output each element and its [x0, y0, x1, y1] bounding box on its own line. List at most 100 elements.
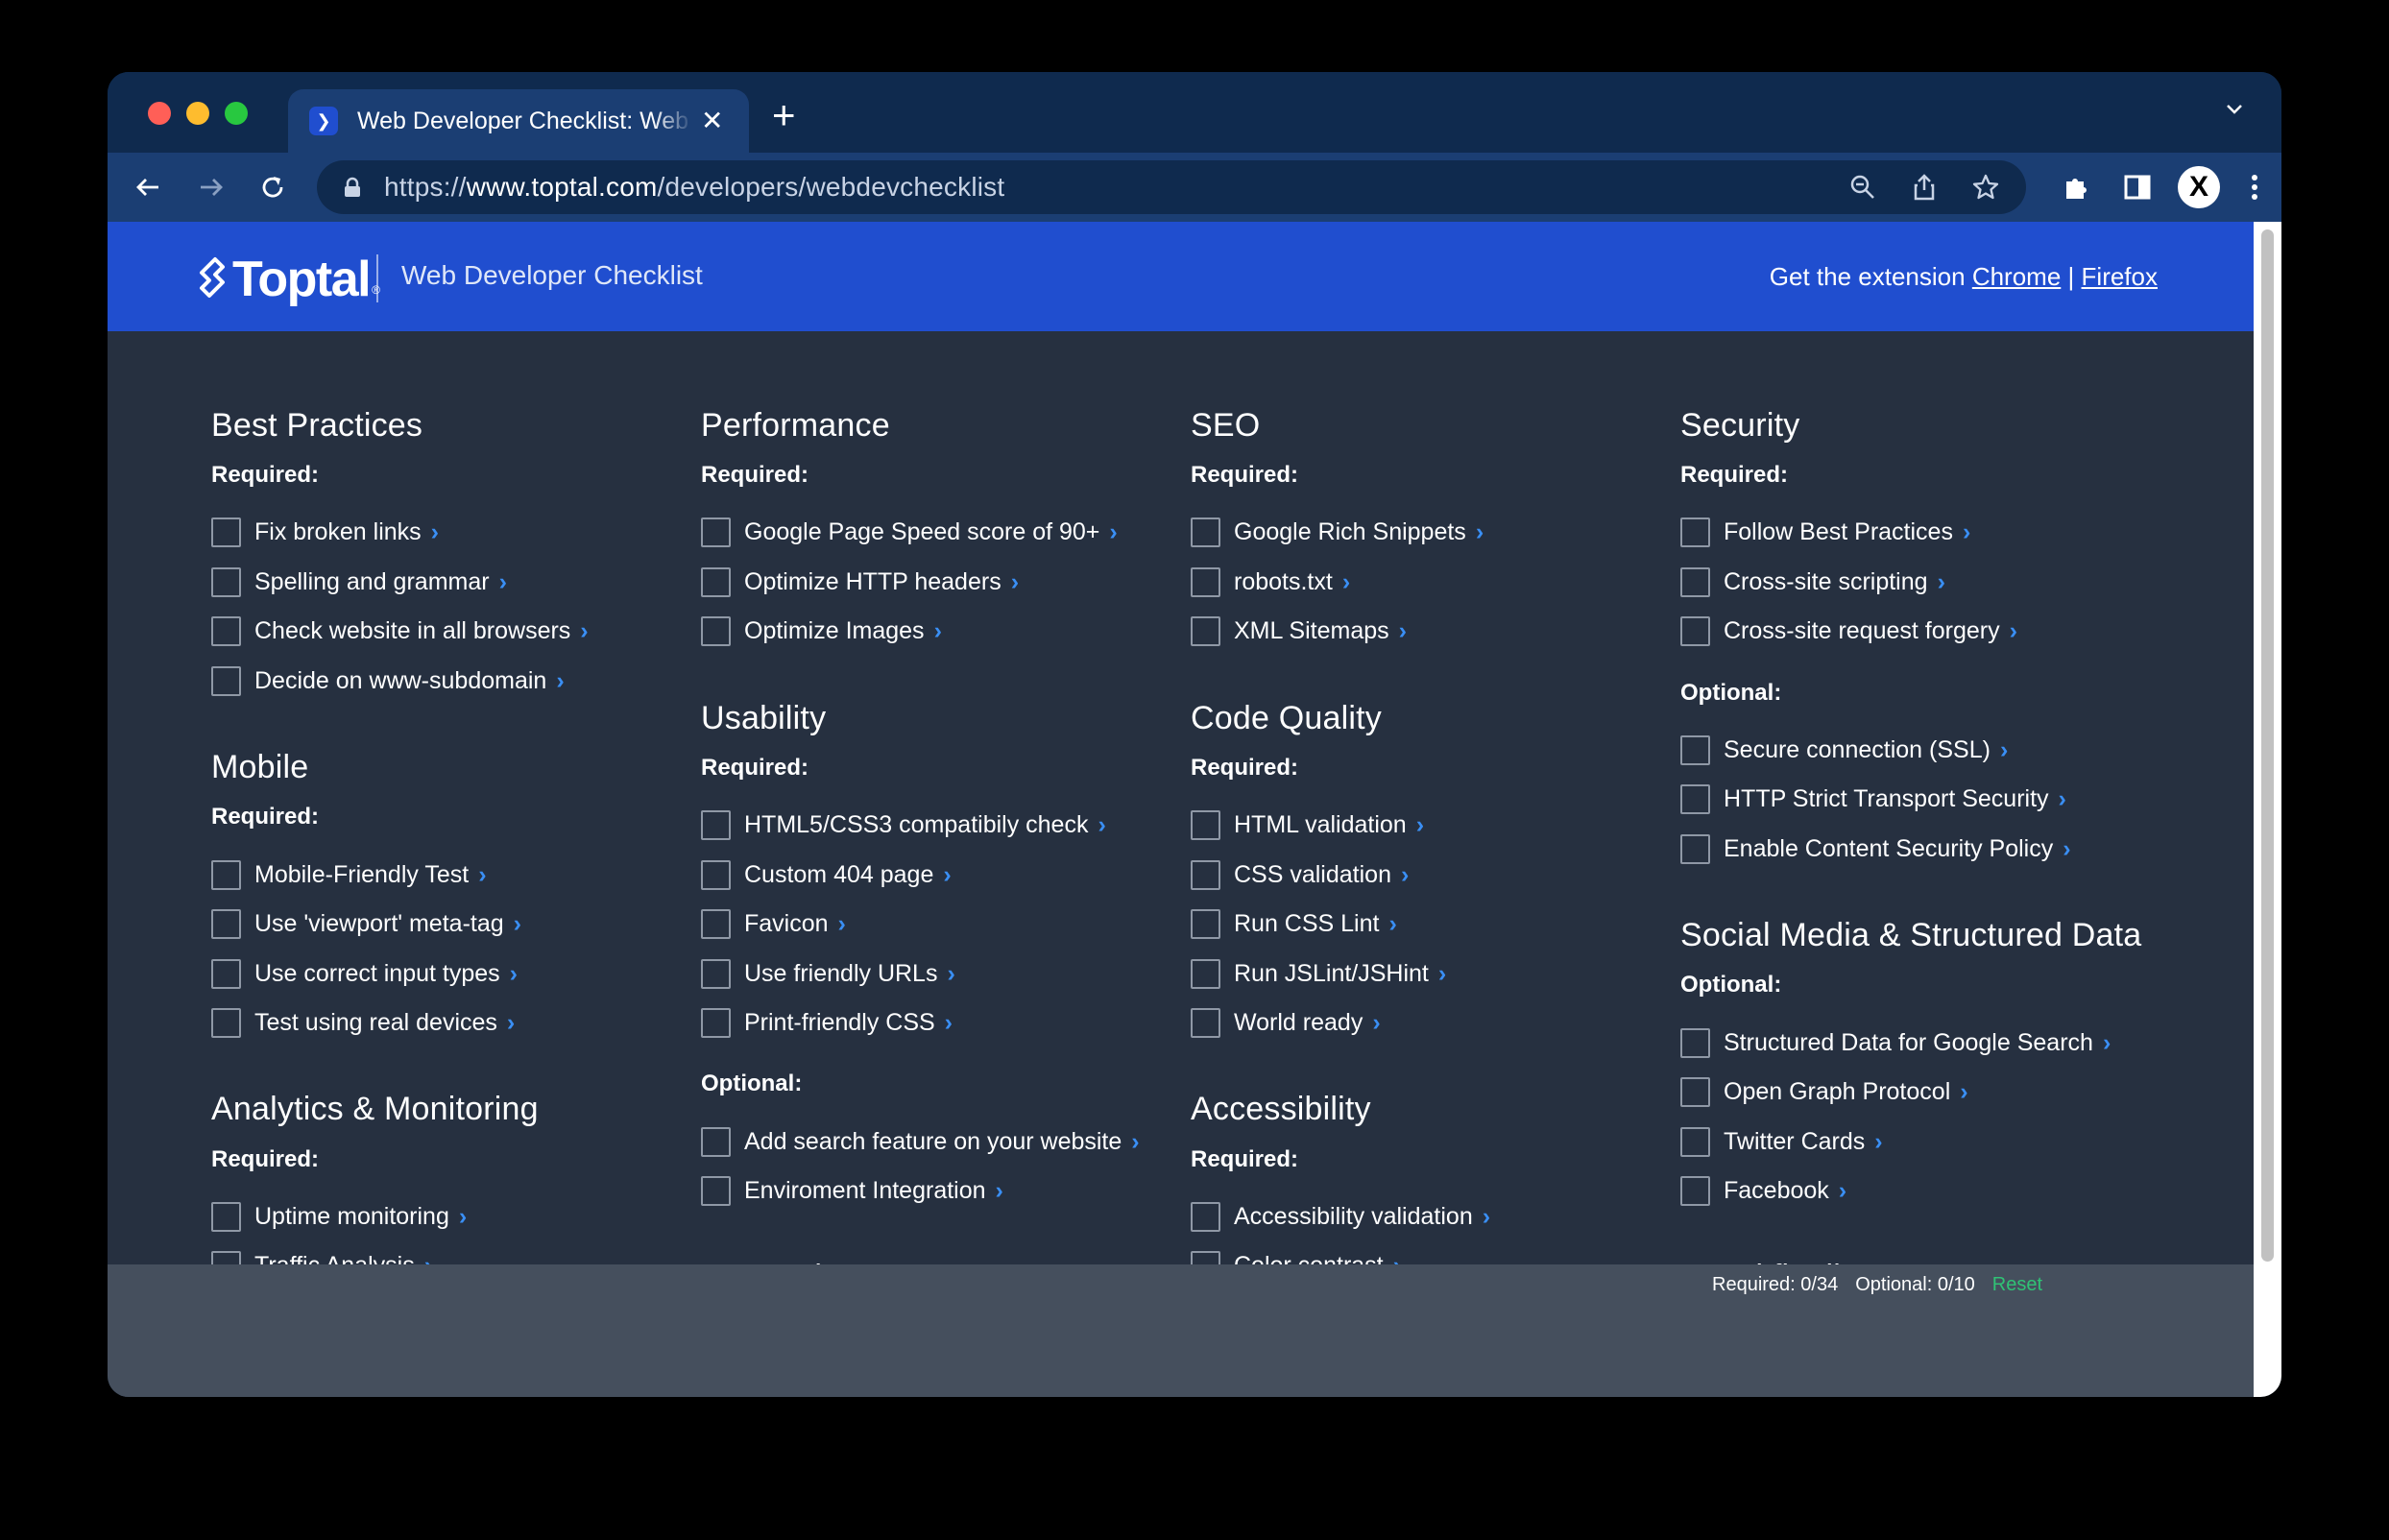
checkbox[interactable]: [1191, 566, 1220, 597]
side-panel-icon[interactable]: [2114, 164, 2160, 210]
chevron-right-icon[interactable]: ›: [945, 1009, 953, 1037]
chevron-right-icon[interactable]: ›: [1839, 1177, 1846, 1205]
maximize-window-button[interactable]: [225, 102, 248, 125]
chevron-right-icon[interactable]: ›: [1401, 861, 1409, 889]
checklist-item-label[interactable]: Google Page Speed score of 90+: [744, 518, 1099, 546]
checkbox[interactable]: [1191, 859, 1220, 890]
chevron-right-icon[interactable]: ›: [1963, 518, 1970, 546]
checklist-item-label[interactable]: Optimize HTTP headers: [744, 568, 1001, 596]
chevron-right-icon[interactable]: ›: [1416, 811, 1424, 839]
chevron-right-icon[interactable]: ›: [580, 617, 588, 645]
toptal-logo[interactable]: Toptal ®: [196, 251, 380, 308]
checklist-item-label[interactable]: XML Sitemaps: [1234, 617, 1389, 645]
checklist-item-label[interactable]: Secure connection (SSL): [1724, 736, 1991, 764]
close-tab-icon[interactable]: ✕: [701, 108, 723, 134]
checkbox[interactable]: [1680, 1077, 1710, 1108]
checkbox[interactable]: [1191, 958, 1220, 989]
checklist-item-label[interactable]: Twitter Cards: [1724, 1128, 1865, 1156]
checkbox[interactable]: [1191, 1201, 1220, 1232]
browser-menu-icon[interactable]: [2232, 164, 2278, 210]
checklist-item-label[interactable]: Follow Best Practices: [1724, 518, 1953, 546]
chevron-right-icon[interactable]: ›: [947, 960, 954, 988]
checklist-item-label[interactable]: Mobile-Friendly Test: [254, 861, 469, 889]
checklist-item-label[interactable]: Run JSLint/JSHint: [1234, 960, 1429, 988]
checklist-item-label[interactable]: Use friendly URLs: [744, 960, 937, 988]
new-tab-button[interactable]: +: [772, 95, 796, 135]
checklist-item-label[interactable]: Google Rich Snippets: [1234, 518, 1466, 546]
checkbox[interactable]: [701, 909, 731, 940]
chevron-right-icon[interactable]: ›: [1960, 1078, 1967, 1106]
checklist-item-label[interactable]: Spelling and grammar: [254, 568, 490, 596]
chevron-right-icon[interactable]: ›: [1011, 568, 1019, 596]
checklist-item-label[interactable]: HTML validation: [1234, 811, 1407, 839]
checkbox[interactable]: [701, 810, 731, 841]
checklist-item-label[interactable]: Favicon: [744, 910, 829, 938]
checklist-item-label[interactable]: HTML5/CSS3 compatibily check: [744, 811, 1088, 839]
chevron-right-icon[interactable]: ›: [1438, 960, 1446, 988]
chevron-right-icon[interactable]: ›: [431, 518, 439, 546]
chevron-right-icon[interactable]: ›: [838, 910, 846, 938]
checklist-item-label[interactable]: Add search feature on your website: [744, 1128, 1122, 1156]
page-scrollbar[interactable]: [2254, 222, 2281, 1397]
chevron-right-icon[interactable]: ›: [2103, 1029, 2111, 1057]
chevron-right-icon[interactable]: ›: [1483, 1203, 1490, 1231]
chevron-right-icon[interactable]: ›: [1874, 1128, 1882, 1156]
share-icon[interactable]: [1903, 166, 1945, 208]
checkbox[interactable]: [701, 616, 731, 647]
checkbox[interactable]: [1191, 1008, 1220, 1039]
chevron-right-icon[interactable]: ›: [1399, 617, 1407, 645]
zoom-icon[interactable]: [1842, 166, 1884, 208]
extensions-puzzle-icon[interactable]: [2053, 164, 2099, 210]
checklist-item-label[interactable]: Use 'viewport' meta-tag: [254, 910, 504, 938]
checklist-item-label[interactable]: Check website in all browsers: [254, 617, 570, 645]
checklist-item-label[interactable]: Open Graph Protocol: [1724, 1078, 1950, 1106]
checklist-item-label[interactable]: Cross-site request forgery: [1724, 617, 2000, 645]
checkbox[interactable]: [1680, 616, 1710, 647]
checklist-item-label[interactable]: Test using real devices: [254, 1009, 497, 1037]
checklist-item-label[interactable]: Enviroment Integration: [744, 1177, 986, 1205]
checklist-item-label[interactable]: World ready: [1234, 1009, 1363, 1037]
chevron-right-icon[interactable]: ›: [2063, 835, 2070, 863]
chevron-right-icon[interactable]: ›: [1476, 518, 1484, 546]
firefox-extension-link[interactable]: Firefox: [2082, 262, 2158, 291]
checkbox[interactable]: [211, 566, 241, 597]
checklist-item-label[interactable]: Cross-site scripting: [1724, 568, 1928, 596]
checkbox[interactable]: [1680, 1176, 1710, 1207]
checklist-item-label[interactable]: Use correct input types: [254, 960, 500, 988]
chevron-right-icon[interactable]: ›: [2000, 736, 2008, 764]
chevron-right-icon[interactable]: ›: [1372, 1009, 1380, 1037]
checkbox[interactable]: [701, 1176, 731, 1207]
checkbox[interactable]: [1191, 616, 1220, 647]
checkbox[interactable]: [211, 859, 241, 890]
chrome-extension-link[interactable]: Chrome: [1972, 262, 2061, 291]
checkbox[interactable]: [211, 909, 241, 940]
checklist-item-label[interactable]: Fix broken links: [254, 518, 422, 546]
checkbox[interactable]: [1680, 566, 1710, 597]
checkbox[interactable]: [211, 1201, 241, 1232]
checklist-item-label[interactable]: HTTP Strict Transport Security: [1724, 785, 2049, 813]
chevron-right-icon[interactable]: ›: [943, 861, 951, 889]
checkbox[interactable]: [701, 1008, 731, 1039]
reset-button[interactable]: Reset: [1992, 1274, 2042, 1296]
checkbox[interactable]: [1680, 1027, 1710, 1058]
chevron-right-icon[interactable]: ›: [2059, 785, 2066, 813]
checklist-item-label[interactable]: Enable Content Security Policy: [1724, 835, 2053, 863]
checklist-item-label[interactable]: Facebook: [1724, 1177, 1829, 1205]
checklist-item-label[interactable]: Print-friendly CSS: [744, 1009, 935, 1037]
checkbox[interactable]: [211, 958, 241, 989]
checklist-item-label[interactable]: Accessibility validation: [1234, 1203, 1473, 1231]
chevron-right-icon[interactable]: ›: [499, 568, 507, 596]
checklist-item-label[interactable]: CSS validation: [1234, 861, 1391, 889]
forward-arrow-icon[interactable]: [190, 166, 232, 208]
checkbox[interactable]: [1680, 1126, 1710, 1157]
chevron-right-icon[interactable]: ›: [2010, 617, 2017, 645]
chevron-right-icon[interactable]: ›: [507, 1009, 515, 1037]
checkbox[interactable]: [701, 566, 731, 597]
bookmark-star-icon[interactable]: [1965, 166, 2007, 208]
checklist-item-label[interactable]: Custom 404 page: [744, 861, 933, 889]
browser-tab[interactable]: ❯ Web Developer Checklist: Web ✕: [288, 89, 749, 153]
chevron-right-icon[interactable]: ›: [1109, 518, 1117, 546]
checkbox[interactable]: [701, 1126, 731, 1157]
chevron-right-icon[interactable]: ›: [478, 861, 486, 889]
profile-avatar[interactable]: X: [2176, 164, 2222, 210]
